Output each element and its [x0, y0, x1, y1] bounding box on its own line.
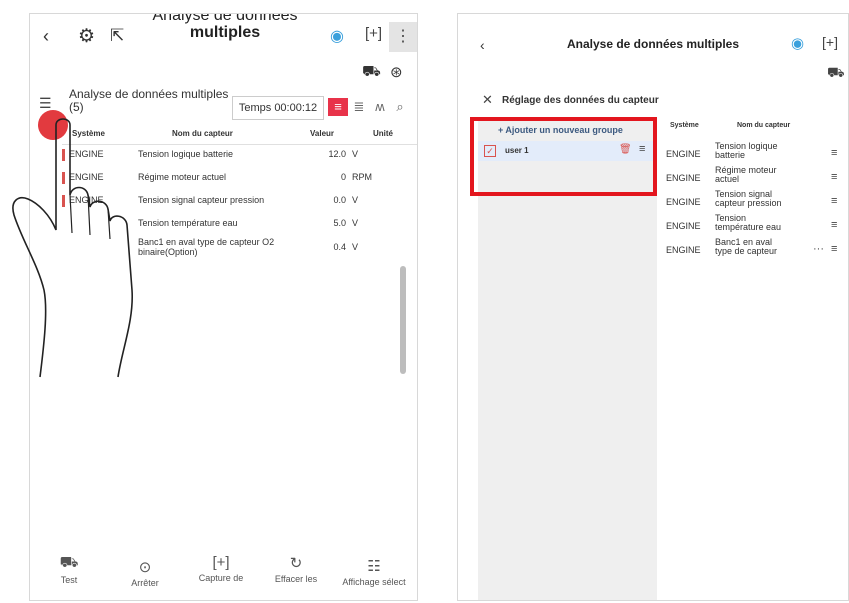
- text-view-icon[interactable]: ≣: [349, 98, 369, 116]
- car-scan-icon[interactable]: ⛟: [827, 64, 845, 83]
- tutorial-canvas: ‹ ⚙ ⇱ Analyse de données multiples ◉ [+]…: [0, 0, 849, 603]
- row-system: ENGINE: [666, 149, 701, 159]
- more-horizontal-icon[interactable]: ···: [813, 243, 824, 255]
- car-scan-icon[interactable]: ⛟: [362, 63, 381, 82]
- capture-label: Capture de: [198, 573, 244, 583]
- screenshot-icon[interactable]: [+]: [365, 25, 382, 42]
- sensor-row[interactable]: ENGINE Tension signal capteur pression ≡: [661, 189, 848, 214]
- display-select-icon: ☷: [367, 558, 381, 575]
- row-unit: V: [352, 195, 359, 205]
- back-chevron-icon[interactable]: ‹: [43, 26, 49, 47]
- close-icon[interactable]: ✕: [482, 92, 493, 108]
- drag-handle-icon[interactable]: ≡: [831, 195, 837, 207]
- right-screen: ‹ Analyse de données multiples ◉ [+] ⛟ ✕…: [457, 13, 849, 601]
- row-unit: V: [352, 149, 359, 159]
- drag-handle-icon[interactable]: ≡: [831, 243, 837, 255]
- row-sensor-name: Régime moteur actuel: [138, 172, 227, 182]
- export-icon[interactable]: ⇱: [110, 26, 124, 46]
- page-title-line1: Analyse de données: [152, 13, 298, 24]
- row-sensor-name: Tension signal capteur pression: [138, 195, 265, 205]
- row-value: 5.0: [333, 218, 346, 228]
- row-system: ENGINE: [666, 197, 701, 207]
- drag-handle-icon[interactable]: ≡: [831, 219, 837, 231]
- screenshot-icon[interactable]: [+]: [822, 34, 838, 50]
- settings-car-icon[interactable]: ⚙: [78, 25, 95, 48]
- page-title: Analyse de données multiples: [140, 14, 310, 41]
- back-chevron-icon[interactable]: ‹: [480, 37, 485, 53]
- car-test-icon: ⛟: [59, 554, 79, 571]
- data-header-title: Analyse de données multiples (5): [69, 88, 228, 114]
- row-unit: V: [352, 242, 359, 252]
- row-unit: RPM: [352, 172, 372, 182]
- stop-icon: ⊙: [138, 559, 152, 576]
- display-select-label: Affichage sélect: [342, 577, 406, 587]
- waveform-icon[interactable]: ⊛: [390, 63, 403, 81]
- highlight-box: [470, 117, 657, 196]
- col-system: Système: [670, 122, 699, 129]
- sensor-row[interactable]: ENGINE Tension logique batterie ≡: [661, 141, 848, 166]
- row-unit: V: [352, 218, 359, 228]
- sensor-row[interactable]: ENGINE Régime moteur actuel ≡: [661, 165, 848, 190]
- list-view-icon[interactable]: ≡: [328, 98, 348, 116]
- row-sensor-name: Tension température eau: [138, 218, 238, 228]
- page-title-line2: multiples: [189, 24, 261, 41]
- more-vertical-icon[interactable]: ⋮: [389, 22, 417, 52]
- pointing-hand-icon: [12, 118, 134, 378]
- record-icon[interactable]: ◉: [330, 26, 344, 46]
- stop-label: Arrêter: [131, 578, 159, 588]
- sensor-row[interactable]: ENGINE Tension température eau ≡: [661, 213, 848, 238]
- row-value: 0.4: [333, 242, 346, 252]
- sensor-row[interactable]: ENGINE Banc1 en aval type de capteur ···…: [661, 237, 848, 262]
- row-sensor-name: Tension température eau: [715, 213, 782, 232]
- row-system: ENGINE: [666, 221, 701, 231]
- left-top-bar: ‹ ⚙ ⇱ Analyse de données multiples ◉ [+]…: [30, 14, 417, 81]
- row-value: 12.0: [328, 149, 346, 159]
- drag-handle-icon[interactable]: ≡: [831, 171, 837, 183]
- bottom-toolbar: ⛟ Test ⊙ Arrêter [+] Capture de ↻ Efface…: [30, 554, 417, 600]
- col-value[interactable]: Valeur: [310, 129, 334, 138]
- row-sensor-name: Régime moteur actuel: [715, 165, 777, 184]
- dialog-title: Réglage des données du capteur: [502, 95, 659, 106]
- refresh-icon: ↻: [289, 555, 303, 572]
- col-sensor-name[interactable]: Nom du capteur: [172, 129, 233, 138]
- col-unit[interactable]: Unité: [373, 129, 393, 138]
- clear-button[interactable]: ↻ Effacer les: [261, 554, 331, 584]
- drag-handle-icon[interactable]: ≡: [831, 147, 837, 159]
- row-value: 0: [340, 172, 346, 182]
- record-icon[interactable]: ◉: [791, 34, 804, 52]
- header-count: (5): [69, 100, 84, 114]
- display-select-button[interactable]: ☷ Affichage sélect: [339, 557, 409, 587]
- timer-badge: Temps 00:00:12: [232, 96, 324, 120]
- clear-label: Effacer les: [274, 574, 318, 584]
- sensor-table-header: Système Nom du capteur: [661, 118, 848, 136]
- row-sensor-name: Banc1 en aval type de capteur: [715, 237, 778, 256]
- row-system: ENGINE: [666, 173, 701, 183]
- capture-icon: [+]: [212, 554, 230, 571]
- row-sensor-name: Banc1 en aval type de capteur O2 binaire…: [138, 237, 275, 257]
- test-button[interactable]: ⛟ Test: [34, 554, 104, 585]
- page-title: Analyse de données multiples: [566, 37, 740, 51]
- col-sensor-name: Nom du capteur: [737, 122, 791, 129]
- test-label: Test: [60, 575, 78, 585]
- row-sensor-name: Tension logique batterie: [138, 149, 234, 159]
- stop-button[interactable]: ⊙ Arrêter: [110, 558, 180, 588]
- search-icon[interactable]: ⌕: [390, 98, 410, 116]
- scrollbar[interactable]: [400, 266, 406, 374]
- row-sensor-name: Tension logique batterie: [715, 141, 778, 160]
- header-title-text: Analyse de données multiples: [69, 87, 229, 101]
- row-system: ENGINE: [666, 245, 701, 255]
- graph-view-icon[interactable]: ʍ: [370, 98, 390, 116]
- row-value: 0.0: [333, 195, 346, 205]
- capture-button[interactable]: [+] Capture de: [186, 554, 256, 583]
- row-sensor-name: Tension signal capteur pression: [715, 189, 782, 208]
